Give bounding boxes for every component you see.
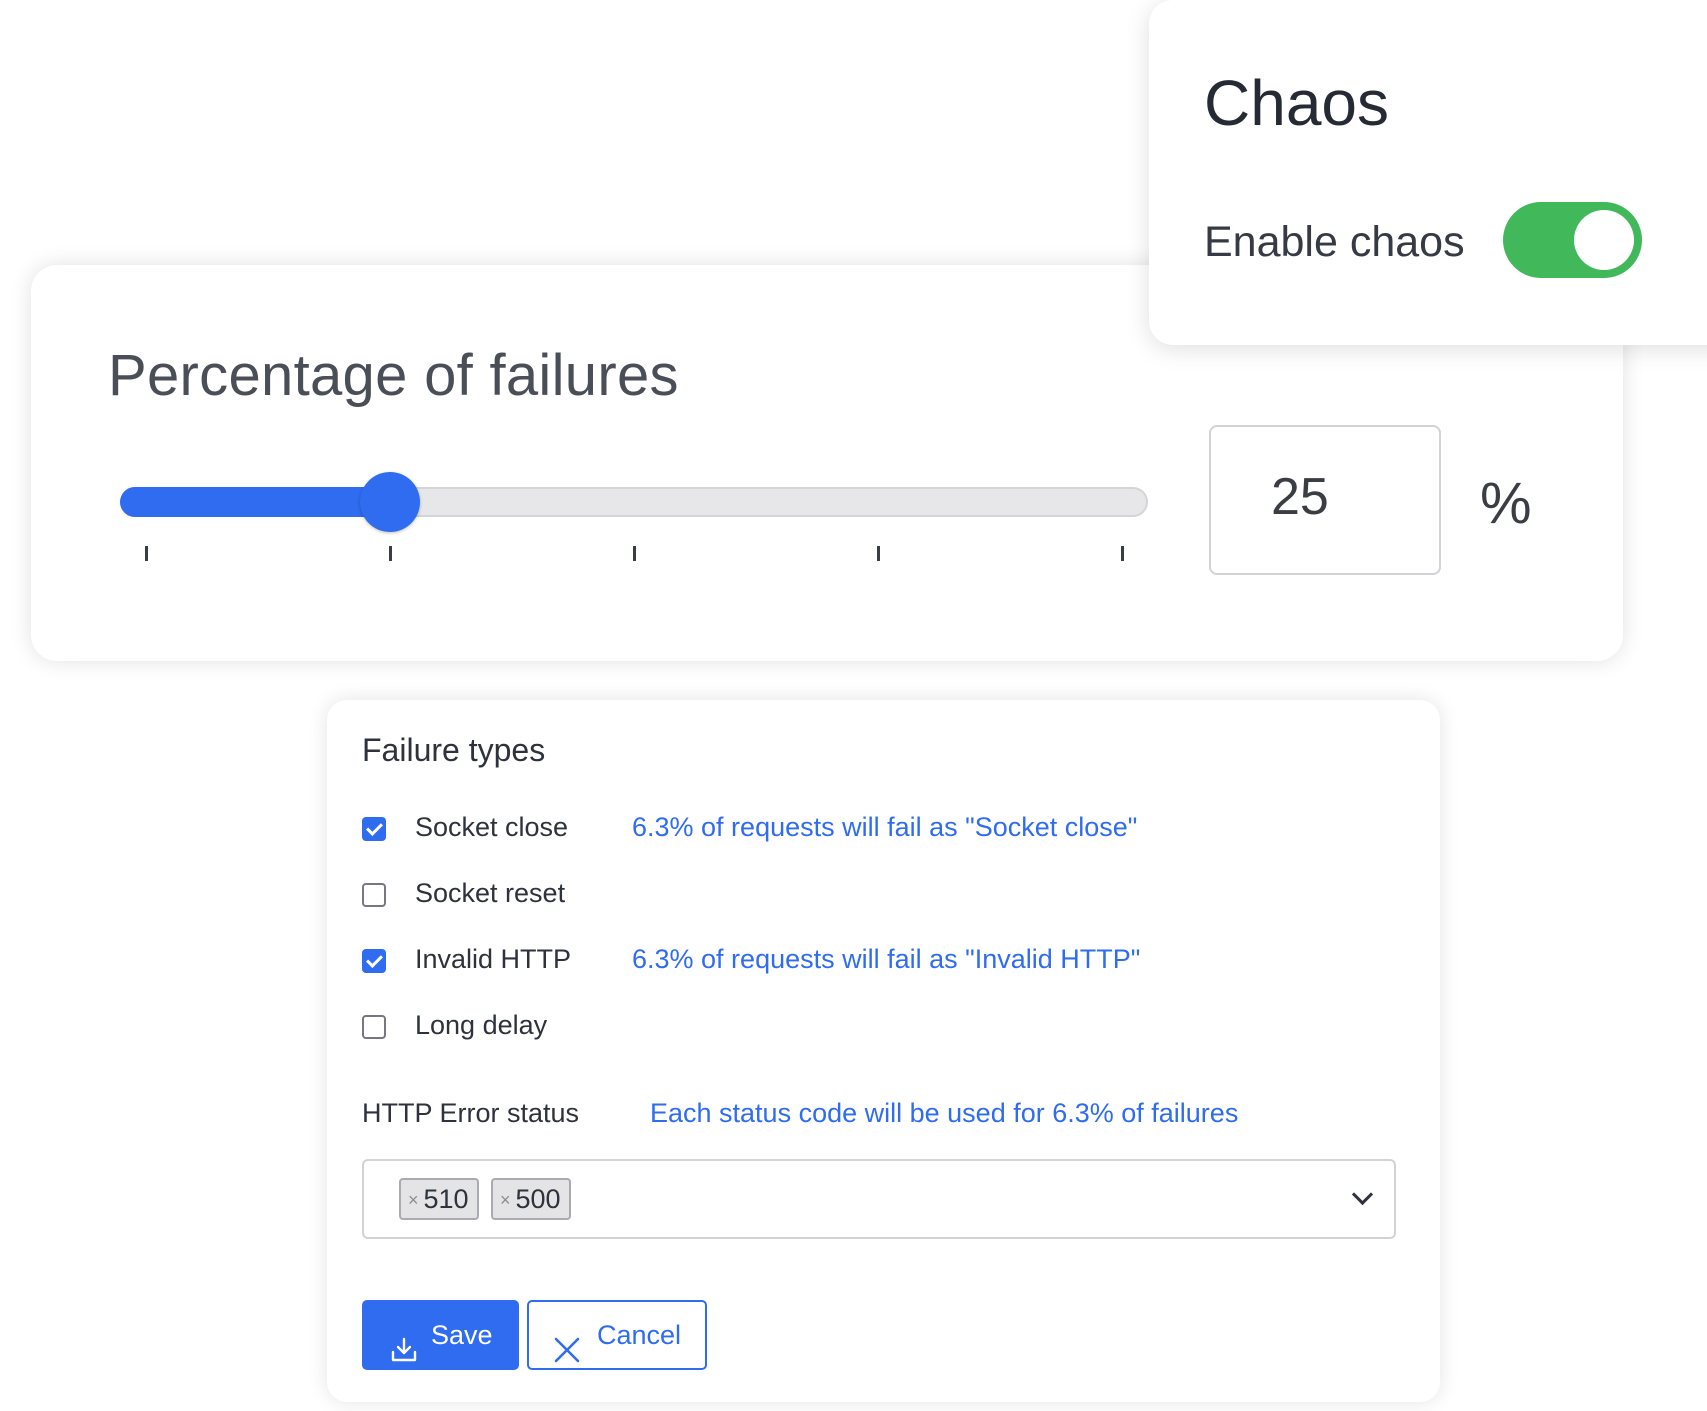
download-icon xyxy=(390,1322,418,1388)
cancel-button[interactable]: Cancel xyxy=(527,1300,707,1370)
status-tag-value: 510 xyxy=(423,1184,469,1214)
invalid-http-note: 6.3% of requests will fail as "Invalid H… xyxy=(632,944,1141,974)
failure-type-invalid-http: Invalid HTTP 6.3% of requests will fail … xyxy=(362,942,1402,982)
percentage-input[interactable]: 25 xyxy=(1209,425,1441,575)
http-error-status-note: Each status code will be used for 6.3% o… xyxy=(650,1098,1239,1128)
chaos-card: Chaos Enable chaos xyxy=(1149,0,1707,345)
toggle-knob xyxy=(1574,210,1634,270)
failure-types-card: Failure types Socket close 6.3% of reque… xyxy=(327,700,1440,1402)
slider-tick xyxy=(877,546,880,561)
slider-tick xyxy=(1121,546,1124,561)
cancel-button-label: Cancel xyxy=(597,1320,682,1350)
percentage-title: Percentage of failures xyxy=(108,343,679,408)
long-delay-checkbox[interactable] xyxy=(362,1015,386,1039)
long-delay-label[interactable]: Long delay xyxy=(415,1010,547,1041)
enable-chaos-toggle[interactable] xyxy=(1503,202,1642,278)
status-tag-500: × 500 xyxy=(491,1178,571,1220)
save-button-label: Save xyxy=(431,1320,493,1350)
slider-thumb[interactable] xyxy=(360,472,420,532)
invalid-http-checkbox[interactable] xyxy=(362,949,386,973)
http-error-status-select[interactable]: × 510 × 500 xyxy=(362,1159,1396,1239)
slider-tick xyxy=(633,546,636,561)
close-icon xyxy=(553,1322,581,1388)
socket-reset-label[interactable]: Socket reset xyxy=(415,878,565,909)
chaos-title: Chaos xyxy=(1204,67,1389,139)
failure-types-title: Failure types xyxy=(362,732,546,768)
remove-tag-icon[interactable]: × xyxy=(500,1190,511,1210)
socket-close-label[interactable]: Socket close xyxy=(415,812,568,843)
socket-close-checkbox[interactable] xyxy=(362,817,386,841)
slider-tick xyxy=(145,546,148,561)
chevron-down-icon[interactable] xyxy=(1351,1183,1374,1206)
failure-type-socket-close: Socket close 6.3% of requests will fail … xyxy=(362,810,1402,850)
status-tag-510: × 510 xyxy=(399,1178,479,1220)
failure-percentage-slider[interactable] xyxy=(120,472,1148,568)
http-error-status-label: HTTP Error status xyxy=(362,1098,580,1128)
failure-type-long-delay: Long delay xyxy=(362,1008,1402,1048)
enable-chaos-label: Enable chaos xyxy=(1204,218,1465,266)
failure-type-socket-reset: Socket reset xyxy=(362,876,1402,916)
remove-tag-icon[interactable]: × xyxy=(408,1190,419,1210)
save-button[interactable]: Save xyxy=(362,1300,519,1370)
slider-fill xyxy=(120,487,390,517)
percentage-input-value[interactable]: 25 xyxy=(1271,467,1329,527)
status-tag-value: 500 xyxy=(515,1184,561,1214)
invalid-http-label[interactable]: Invalid HTTP xyxy=(415,944,571,975)
socket-close-note: 6.3% of requests will fail as "Socket cl… xyxy=(632,812,1138,842)
socket-reset-checkbox[interactable] xyxy=(362,883,386,907)
percent-unit: % xyxy=(1480,471,1532,536)
slider-tick xyxy=(389,546,392,561)
